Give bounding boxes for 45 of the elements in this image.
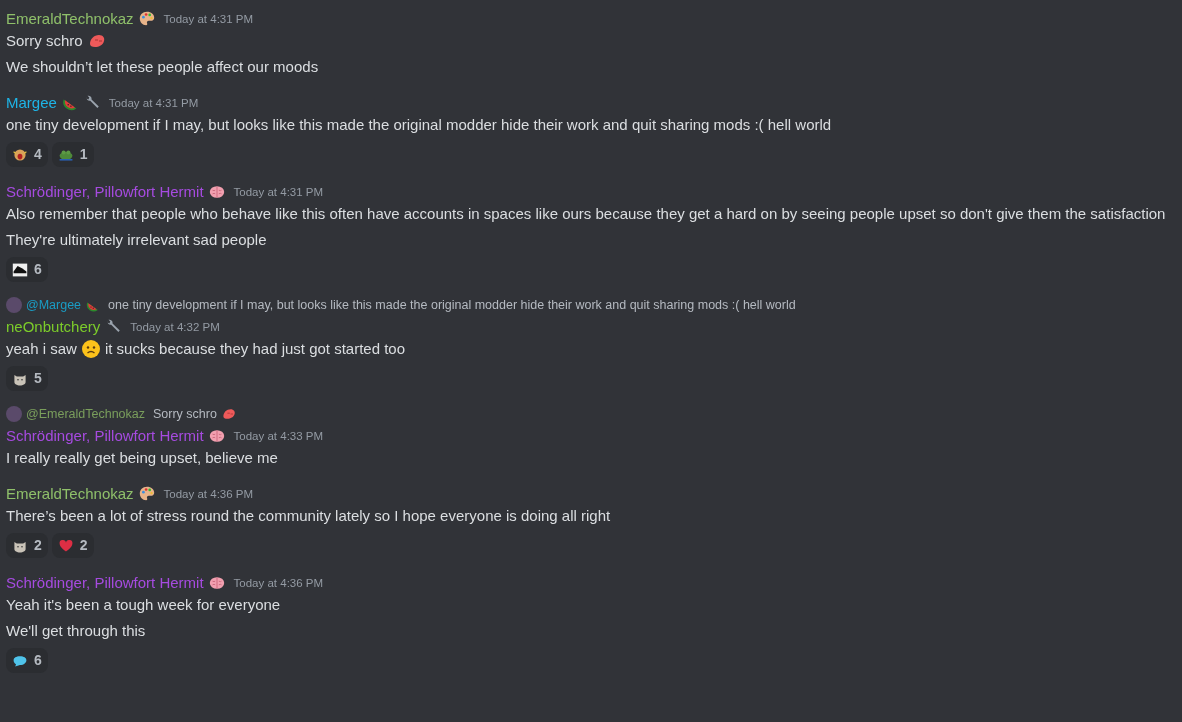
timestamp: Today at 4:36 PM: [163, 487, 254, 502]
message-text: They're ultimately irrelevant sad people: [6, 230, 267, 250]
timestamp: Today at 4:32 PM: [130, 320, 220, 335]
reaction-button[interactable]: 4: [6, 142, 48, 167]
timestamp: Today at 4:33 PM: [233, 429, 324, 444]
reaction-button[interactable]: 6: [6, 648, 48, 673]
reply-author[interactable]: @Margee: [26, 296, 82, 314]
brain-icon: [207, 183, 226, 201]
timestamp: Today at 4:31 PM: [233, 185, 324, 200]
palette-icon: [137, 10, 156, 28]
blob-emoji-icon: [220, 406, 237, 422]
reaction-button[interactable]: 6: [6, 257, 48, 282]
avatar: [6, 297, 22, 313]
reply-author[interactable]: @EmeraldTechnokaz: [26, 405, 145, 423]
brain-icon: [207, 427, 226, 445]
brain-icon: [207, 574, 226, 592]
message-text: yeah i saw: [6, 339, 77, 359]
username[interactable]: EmeraldTechnokaz: [6, 483, 134, 505]
avatar: [6, 406, 22, 422]
reaction-button[interactable]: 2: [6, 533, 48, 558]
yelling-face-icon: [12, 146, 28, 163]
message-text: We shouldn’t let these people affect our moods: [6, 57, 319, 77]
timestamp: Today at 4:31 PM: [108, 96, 199, 111]
message-text: Also remember that people who behave like this often have accounts in spaces like ours because they get a hard on by seeing people upset so don't give them the satisfaction: [6, 204, 1166, 224]
message-text: Sorry schro: [6, 31, 83, 51]
message-text: Yeah it's been a tough week for everyone: [6, 595, 281, 615]
username[interactable]: Margee: [6, 92, 57, 114]
reaction-button[interactable]: 5: [6, 366, 48, 391]
message-text: We'll get through this: [6, 621, 146, 641]
username[interactable]: neOnbutchery: [6, 316, 101, 338]
message-text: one tiny development if I may, but looks like this made the original modder hide their work and quit sharing mods :( hell world: [6, 115, 832, 135]
sticker-icon: [12, 261, 28, 278]
message-text: There’s been a lot of stress round the community lately so I hope everyone is doing all right: [6, 506, 611, 526]
reaction-button[interactable]: 2: [51, 533, 94, 558]
message-text: I really really get being upset, believe me: [6, 448, 278, 468]
timestamp: Today at 4:36 PM: [233, 576, 324, 591]
username[interactable]: EmeraldTechnokaz: [6, 8, 134, 30]
sad-face-icon: [80, 339, 101, 359]
reaction-button[interactable]: 1: [51, 142, 94, 167]
palette-icon: [137, 485, 156, 503]
reply-text[interactable]: Sorry schro: [153, 405, 217, 423]
heart-icon: [57, 537, 74, 554]
message-text: it sucks because they had just got started too: [104, 339, 406, 359]
reply-text[interactable]: one tiny development if I may, but looks like this made the original modder hide their work and quit sharing mods :( hell world: [108, 296, 796, 314]
timestamp: Today at 4:31 PM: [163, 12, 254, 27]
